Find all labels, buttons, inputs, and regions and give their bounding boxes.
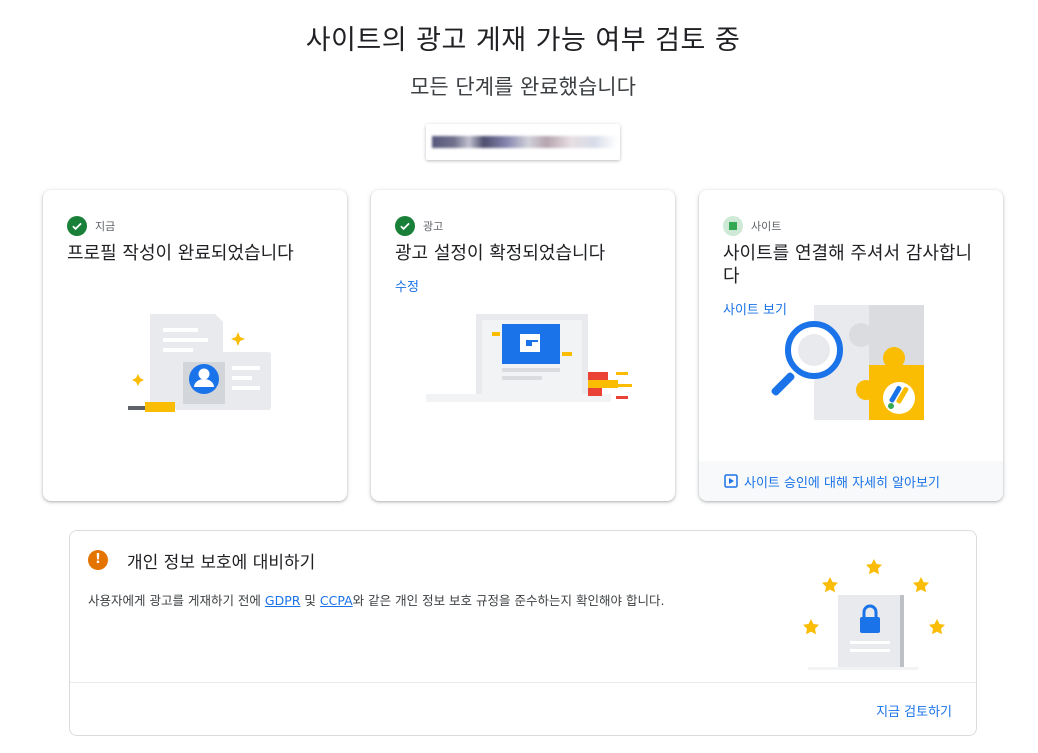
site-url-box — [426, 124, 620, 160]
gdpr-link[interactable]: GDPR — [265, 593, 301, 608]
ccpa-link[interactable]: CCPA — [320, 593, 353, 608]
warning-icon: ! — [88, 550, 108, 570]
card-status: 광고 — [395, 216, 443, 236]
desc-text: 와 같은 개인 정보 보호 규정을 준수하는지 확인해야 합니다. — [352, 593, 665, 608]
divider — [70, 682, 976, 683]
learn-more-link[interactable]: 사이트 승인에 대해 자세히 알아보기 — [744, 472, 940, 491]
lock-document-illustration — [798, 553, 958, 677]
card-status: 지금 — [67, 216, 115, 236]
site-card: 사이트 사이트를 연결해 주셔서 감사합니다 사이트 보기 사이트 승인에 대해… — [699, 190, 1003, 501]
ad-settings-card: 광고 광고 설정이 확정되었습니다 수정 — [371, 190, 675, 501]
desc-text: 및 — [300, 593, 320, 608]
privacy-description: 사용자에게 광고를 게재하기 전에 GDPR 및 CCPA와 같은 개인 정보 … — [88, 590, 788, 609]
edit-link[interactable]: 수정 — [395, 276, 419, 295]
card-title: 광고 설정이 확정되었습니다 — [395, 243, 606, 264]
privacy-title: 개인 정보 보호에 대비하기 — [127, 553, 316, 573]
learn-more-footer[interactable]: 사이트 승인에 대해 자세히 알아보기 — [699, 461, 1003, 501]
status-label: 지금 — [95, 220, 116, 233]
privacy-panel: ! 개인 정보 보호에 대비하기 사용자에게 광고를 게재하기 전에 GDPR … — [69, 530, 977, 736]
review-now-button[interactable]: 지금 검토하기 — [876, 701, 952, 720]
profile-card: 지금 프로필 작성이 완료되었습니다 — [43, 190, 347, 501]
video-icon — [724, 474, 738, 488]
card-status: 사이트 — [723, 216, 781, 236]
page-title: 사이트의 광고 게재 가능 여부 검토 중 — [305, 25, 741, 56]
page-subtitle: 모든 단계를 완료했습니다 — [410, 75, 636, 99]
site-url-redacted — [432, 136, 617, 148]
check-icon — [395, 216, 415, 236]
card-title: 사이트를 연결해 주셔서 감사합니다 — [723, 243, 973, 287]
ad-browser-illustration — [416, 310, 641, 414]
desc-text: 사용자에게 광고를 게재하기 전에 — [88, 593, 265, 608]
profile-card-illustration — [123, 310, 278, 424]
status-label: 사이트 — [751, 220, 782, 233]
check-icon — [67, 216, 87, 236]
status-label: 광고 — [423, 220, 444, 233]
card-title: 프로필 작성이 완료되었습니다 — [67, 243, 294, 264]
puzzle-search-illustration — [769, 300, 939, 429]
in-progress-icon — [723, 216, 743, 236]
